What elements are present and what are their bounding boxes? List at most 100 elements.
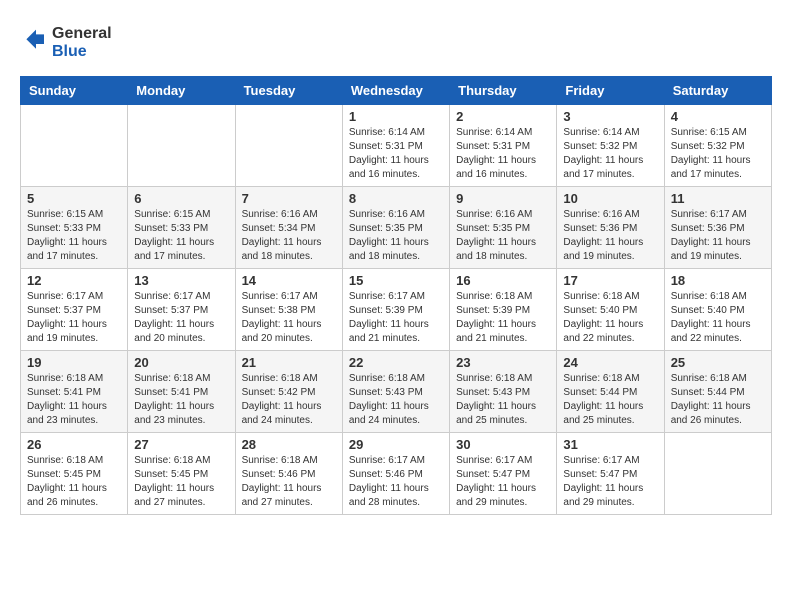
calendar-cell: 31 Sunrise: 6:17 AM Sunset: 5:47 PM Dayli…: [557, 433, 664, 515]
calendar-cell: 1 Sunrise: 6:14 AM Sunset: 5:31 PM Daylig…: [342, 105, 449, 187]
calendar-cell: 24 Sunrise: 6:18 AM Sunset: 5:44 PM Dayli…: [557, 351, 664, 433]
day-number: 20: [134, 355, 228, 370]
column-header-wednesday: Wednesday: [342, 77, 449, 105]
calendar-cell: [128, 105, 235, 187]
day-info: Sunrise: 6:16 AM Sunset: 5:36 PM Dayligh…: [563, 208, 657, 264]
day-number: 27: [134, 437, 228, 452]
day-number: 15: [349, 273, 443, 288]
calendar-cell: 25Sunrise: 6:18 AM Sunset: 5:44 PM Dayli…: [664, 351, 771, 433]
day-info: Sunrise: 6:18 AM Sunset: 5:39 PM Dayligh…: [456, 290, 550, 346]
day-info: Sunrise: 6:17 AM Sunset: 5:39 PM Dayligh…: [349, 290, 443, 346]
day-info: Sunrise: 6:18 AM Sunset: 5:40 PM Dayligh…: [671, 290, 765, 346]
svg-text:Blue: Blue: [52, 43, 87, 60]
svg-text:General: General: [52, 25, 112, 42]
calendar-cell: 3 Sunrise: 6:14 AM Sunset: 5:32 PM Daylig…: [557, 105, 664, 187]
calendar-cell: 15 Sunrise: 6:17 AM Sunset: 5:39 PM Dayli…: [342, 269, 449, 351]
day-number: 11: [671, 191, 765, 206]
calendar-cell: 21Sunrise: 6:18 AM Sunset: 5:42 PM Dayli…: [235, 351, 342, 433]
calendar-cell: 19Sunrise: 6:18 AM Sunset: 5:41 PM Dayli…: [21, 351, 128, 433]
day-info: Sunrise: 6:18 AM Sunset: 5:46 PM Dayligh…: [242, 454, 336, 510]
day-number: 7: [242, 191, 336, 206]
calendar-week-row: 1 Sunrise: 6:14 AM Sunset: 5:31 PM Daylig…: [21, 105, 772, 187]
calendar-week-row: 5 Sunrise: 6:15 AM Sunset: 5:33 PM Daylig…: [21, 187, 772, 269]
day-number: 31: [563, 437, 657, 452]
day-number: 13: [134, 273, 228, 288]
day-info: Sunrise: 6:17 AM Sunset: 5:37 PM Dayligh…: [27, 290, 121, 346]
calendar-cell: 14Sunrise: 6:17 AM Sunset: 5:38 PM Dayli…: [235, 269, 342, 351]
day-number: 10: [563, 191, 657, 206]
column-header-sunday: Sunday: [21, 77, 128, 105]
day-number: 1: [349, 109, 443, 124]
calendar-cell: 17Sunrise: 6:18 AM Sunset: 5:40 PM Dayli…: [557, 269, 664, 351]
day-info: Sunrise: 6:18 AM Sunset: 5:44 PM Dayligh…: [671, 372, 765, 428]
calendar-header-row: SundayMondayTuesdayWednesdayThursdayFrid…: [21, 77, 772, 105]
day-number: 12: [27, 273, 121, 288]
logo: GeneralBlue: [20, 20, 140, 60]
day-info: Sunrise: 6:18 AM Sunset: 5:41 PM Dayligh…: [27, 372, 121, 428]
day-info: Sunrise: 6:14 AM Sunset: 5:32 PM Dayligh…: [563, 126, 657, 182]
day-number: 4: [671, 109, 765, 124]
calendar-cell: 4 Sunrise: 6:15 AM Sunset: 5:32 PM Daylig…: [664, 105, 771, 187]
day-info: Sunrise: 6:18 AM Sunset: 5:45 PM Dayligh…: [27, 454, 121, 510]
calendar-cell: 6 Sunrise: 6:15 AM Sunset: 5:33 PM Daylig…: [128, 187, 235, 269]
day-info: Sunrise: 6:18 AM Sunset: 5:43 PM Dayligh…: [349, 372, 443, 428]
day-info: Sunrise: 6:18 AM Sunset: 5:41 PM Dayligh…: [134, 372, 228, 428]
day-number: 14: [242, 273, 336, 288]
calendar-cell: [21, 105, 128, 187]
calendar-week-row: 19Sunrise: 6:18 AM Sunset: 5:41 PM Dayli…: [21, 351, 772, 433]
page-header: GeneralBlue: [20, 20, 772, 60]
calendar-cell: 18 Sunrise: 6:18 AM Sunset: 5:40 PM Dayli…: [664, 269, 771, 351]
day-info: Sunrise: 6:18 AM Sunset: 5:44 PM Dayligh…: [563, 372, 657, 428]
day-info: Sunrise: 6:17 AM Sunset: 5:47 PM Dayligh…: [563, 454, 657, 510]
calendar-week-row: 26 Sunrise: 6:18 AM Sunset: 5:45 PM Dayli…: [21, 433, 772, 515]
calendar-cell: 23 Sunrise: 6:18 AM Sunset: 5:43 PM Dayli…: [450, 351, 557, 433]
column-header-friday: Friday: [557, 77, 664, 105]
day-info: Sunrise: 6:17 AM Sunset: 5:36 PM Dayligh…: [671, 208, 765, 264]
calendar-cell: 20 Sunrise: 6:18 AM Sunset: 5:41 PM Dayli…: [128, 351, 235, 433]
day-number: 16: [456, 273, 550, 288]
day-info: Sunrise: 6:15 AM Sunset: 5:33 PM Dayligh…: [134, 208, 228, 264]
calendar-cell: 26 Sunrise: 6:18 AM Sunset: 5:45 PM Dayli…: [21, 433, 128, 515]
day-number: 22: [349, 355, 443, 370]
day-number: 5: [27, 191, 121, 206]
column-header-tuesday: Tuesday: [235, 77, 342, 105]
calendar-cell: 28 Sunrise: 6:18 AM Sunset: 5:46 PM Dayli…: [235, 433, 342, 515]
day-number: 18: [671, 273, 765, 288]
day-info: Sunrise: 6:15 AM Sunset: 5:32 PM Dayligh…: [671, 126, 765, 182]
day-info: Sunrise: 6:16 AM Sunset: 5:34 PM Dayligh…: [242, 208, 336, 264]
day-info: Sunrise: 6:18 AM Sunset: 5:45 PM Dayligh…: [134, 454, 228, 510]
calendar-cell: 9 Sunrise: 6:16 AM Sunset: 5:35 PM Daylig…: [450, 187, 557, 269]
day-number: 9: [456, 191, 550, 206]
day-number: 6: [134, 191, 228, 206]
day-info: Sunrise: 6:17 AM Sunset: 5:46 PM Dayligh…: [349, 454, 443, 510]
day-info: Sunrise: 6:14 AM Sunset: 5:31 PM Dayligh…: [349, 126, 443, 182]
calendar-cell: [664, 433, 771, 515]
calendar-cell: 11 Sunrise: 6:17 AM Sunset: 5:36 PM Dayli…: [664, 187, 771, 269]
day-number: 24: [563, 355, 657, 370]
day-info: Sunrise: 6:18 AM Sunset: 5:42 PM Dayligh…: [242, 372, 336, 428]
calendar-cell: 16 Sunrise: 6:18 AM Sunset: 5:39 PM Dayli…: [450, 269, 557, 351]
calendar-table: SundayMondayTuesdayWednesdayThursdayFrid…: [20, 76, 772, 515]
calendar-cell: 5 Sunrise: 6:15 AM Sunset: 5:33 PM Daylig…: [21, 187, 128, 269]
calendar-cell: 29 Sunrise: 6:17 AM Sunset: 5:46 PM Dayli…: [342, 433, 449, 515]
day-info: Sunrise: 6:15 AM Sunset: 5:33 PM Dayligh…: [27, 208, 121, 264]
day-number: 3: [563, 109, 657, 124]
day-info: Sunrise: 6:14 AM Sunset: 5:31 PM Dayligh…: [456, 126, 550, 182]
day-number: 29: [349, 437, 443, 452]
calendar-cell: 12 Sunrise: 6:17 AM Sunset: 5:37 PM Dayli…: [21, 269, 128, 351]
day-info: Sunrise: 6:17 AM Sunset: 5:47 PM Dayligh…: [456, 454, 550, 510]
day-info: Sunrise: 6:16 AM Sunset: 5:35 PM Dayligh…: [456, 208, 550, 264]
calendar-cell: 10 Sunrise: 6:16 AM Sunset: 5:36 PM Dayli…: [557, 187, 664, 269]
day-info: Sunrise: 6:18 AM Sunset: 5:43 PM Dayligh…: [456, 372, 550, 428]
day-number: 8: [349, 191, 443, 206]
day-number: 2: [456, 109, 550, 124]
logo-icon: GeneralBlue: [20, 20, 140, 60]
calendar-week-row: 12 Sunrise: 6:17 AM Sunset: 5:37 PM Dayli…: [21, 269, 772, 351]
day-number: 23: [456, 355, 550, 370]
calendar-cell: 30 Sunrise: 6:17 AM Sunset: 5:47 PM Dayli…: [450, 433, 557, 515]
day-number: 30: [456, 437, 550, 452]
calendar-cell: 27 Sunrise: 6:18 AM Sunset: 5:45 PM Dayli…: [128, 433, 235, 515]
day-info: Sunrise: 6:16 AM Sunset: 5:35 PM Dayligh…: [349, 208, 443, 264]
day-number: 26: [27, 437, 121, 452]
day-number: 28: [242, 437, 336, 452]
